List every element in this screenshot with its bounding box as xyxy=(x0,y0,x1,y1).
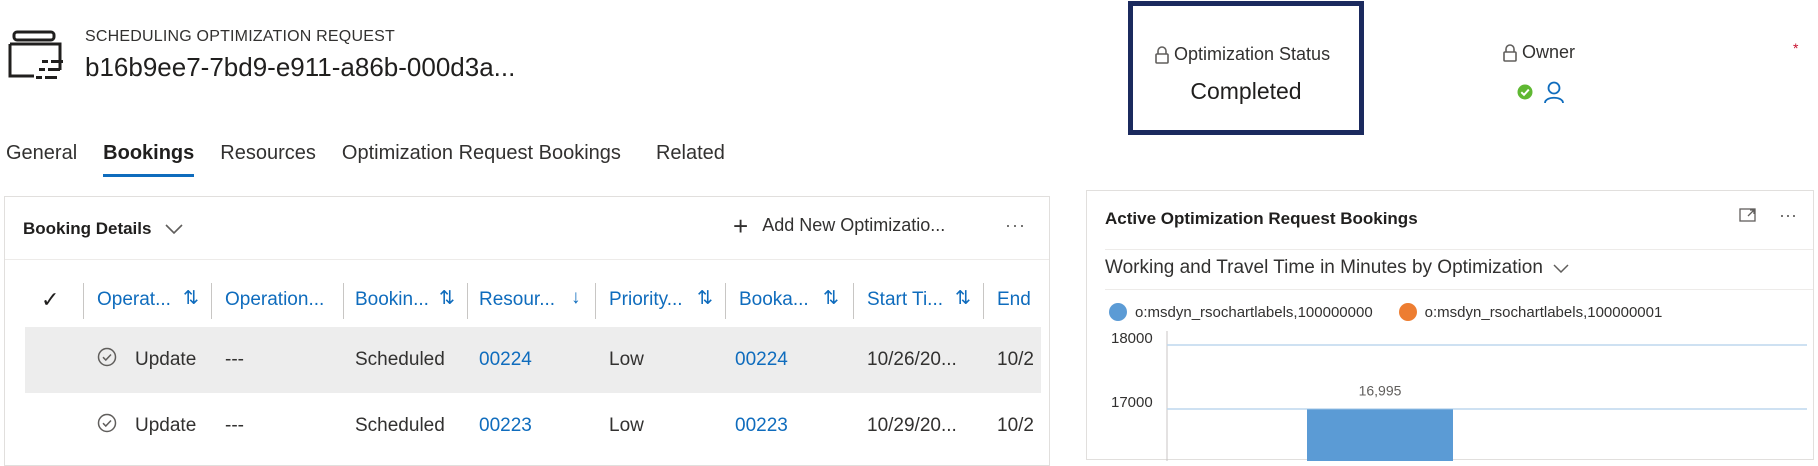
bar-data-label: 16,995 xyxy=(1359,382,1402,398)
column-header-operation[interactable]: Operat... xyxy=(97,289,171,311)
sort-icon[interactable]: ⇅ xyxy=(183,287,199,310)
chart-panel-title: Active Optimization Request Bookings xyxy=(1105,209,1418,228)
presence-available-icon xyxy=(1517,84,1533,100)
optimization-status-label-text: Optimization Status xyxy=(1174,44,1331,64)
y-tick-label: 18000 xyxy=(1111,330,1153,347)
record-title: b16b9ee7-7bd9-e911-a86b-000d3a... xyxy=(85,52,516,82)
chart-view-selector[interactable]: Working and Travel Time in Minutes by Op… xyxy=(1105,257,1569,279)
chevron-down-icon xyxy=(1553,263,1569,273)
chart-more-button[interactable]: ··· xyxy=(1779,205,1797,226)
y-tick-label: 17000 xyxy=(1111,394,1153,411)
sort-icon[interactable]: ⇅ xyxy=(955,287,971,310)
required-marker: * xyxy=(1793,40,1799,56)
cell-resource-link[interactable]: 00224 xyxy=(479,349,532,371)
cell-operation-detail: --- xyxy=(225,415,244,436)
cell-priority: Low xyxy=(609,415,644,436)
user-icon[interactable] xyxy=(1543,80,1565,104)
owner-value[interactable] xyxy=(1517,80,1565,104)
cell-start-time: 10/29/20... xyxy=(867,415,957,436)
column-header-booking-status[interactable]: Bookin... xyxy=(355,289,429,311)
cell-operation: Update xyxy=(135,349,197,370)
cell-operation-detail: --- xyxy=(225,349,244,370)
plus-icon: + xyxy=(733,210,749,241)
column-header-bookable[interactable]: Booka... xyxy=(739,289,809,311)
legend-label-series-1: o:msdyn_rsochartlabels,100000000 xyxy=(1135,303,1373,321)
scheduling-request-icon xyxy=(6,30,68,88)
cell-booking-status: Scheduled xyxy=(355,415,445,436)
legend-swatch-series-1 xyxy=(1109,303,1127,321)
row-select-circle-check-icon[interactable] xyxy=(97,413,117,433)
column-divider xyxy=(343,283,344,319)
chart-view-name: Working and Travel Time in Minutes by Op… xyxy=(1105,257,1543,278)
chevron-down-icon xyxy=(165,224,184,234)
legend-item[interactable]: o:msdyn_rsochartlabels,100000000 xyxy=(1109,303,1373,321)
legend-item[interactable]: o:msdyn_rsochartlabels,100000001 xyxy=(1398,303,1663,321)
sort-icon[interactable]: ⇅ xyxy=(439,287,455,310)
optimization-status-field: Optimization Status Completed xyxy=(1128,1,1364,135)
optimization-status-value: Completed xyxy=(1190,78,1302,104)
cell-operation: Update xyxy=(135,415,197,436)
tab-resources[interactable]: Resources xyxy=(220,142,316,177)
column-header-resource[interactable]: Resour... xyxy=(479,289,555,311)
tab-related[interactable]: Related xyxy=(656,142,725,177)
cell-end-time: 10/2 xyxy=(997,415,1034,436)
column-header-start-time[interactable]: Start Ti... xyxy=(867,289,943,311)
chart-legend: o:msdyn_rsochartlabels,100000000 o:msdyn… xyxy=(1109,303,1662,321)
sort-icon[interactable]: ⇅ xyxy=(697,287,713,310)
lock-icon xyxy=(1155,45,1169,64)
legend-label-series-2: o:msdyn_rsochartlabels,100000001 xyxy=(1424,303,1663,321)
select-all-checkmark-icon[interactable]: ✓ xyxy=(41,287,59,313)
cell-priority: Low xyxy=(609,349,644,370)
owner-label: Owner xyxy=(1503,42,1575,63)
column-divider xyxy=(853,283,854,319)
divider xyxy=(1105,249,1813,250)
lock-icon xyxy=(1503,43,1517,62)
view-selector[interactable]: Booking Details xyxy=(23,219,184,239)
divider xyxy=(5,259,1049,260)
column-divider xyxy=(467,283,468,319)
cell-bookable-link[interactable]: 00223 xyxy=(735,415,788,437)
booking-details-subgrid: Booking Details + Add New Optimizatio...… xyxy=(4,196,1050,466)
optimization-status-label: Optimization Status xyxy=(1155,44,1330,65)
table-row[interactable]: Update --- Scheduled 00224 Low 00224 10/… xyxy=(25,327,1041,393)
sort-descending-icon[interactable]: ↓ xyxy=(571,287,581,309)
active-optimization-request-bookings-chart: Active Optimization Request Bookings ···… xyxy=(1086,190,1814,461)
table-row[interactable]: Update --- Scheduled 00223 Low 00223 10/… xyxy=(25,393,1041,459)
column-divider xyxy=(211,283,212,319)
add-new-label: Add New Optimizatio... xyxy=(762,215,946,235)
cell-booking-status: Scheduled xyxy=(355,349,445,370)
grid-title: Booking Details xyxy=(23,219,152,238)
form-tabs: General Bookings Resources Optimization … xyxy=(6,142,751,177)
cell-start-time: 10/26/20... xyxy=(867,349,957,370)
column-header-row: ✓ Operat... ⇅ Operation... Bookin... ⇅ R… xyxy=(5,277,1045,323)
more-commands-button[interactable]: ··· xyxy=(1005,215,1026,236)
column-divider xyxy=(595,283,596,319)
divider xyxy=(1105,289,1813,290)
expand-chart-icon[interactable] xyxy=(1739,207,1757,223)
column-divider xyxy=(983,283,984,319)
cell-end-time: 10/2 xyxy=(997,349,1034,370)
tab-bookings[interactable]: Bookings xyxy=(103,142,195,177)
legend-swatch-series-2 xyxy=(1398,303,1417,321)
column-divider xyxy=(83,283,84,319)
sort-icon[interactable]: ⇅ xyxy=(823,287,839,310)
column-header-operation-detail[interactable]: Operation... xyxy=(225,289,324,311)
cell-bookable-link[interactable]: 00224 xyxy=(735,349,788,371)
column-divider xyxy=(725,283,726,319)
owner-label-text: Owner xyxy=(1522,42,1576,62)
add-new-optimization-button[interactable]: + Add New Optimizatio... xyxy=(733,210,946,241)
bar xyxy=(1307,409,1453,461)
tab-optimization-request-bookings[interactable]: Optimization Request Bookings xyxy=(342,142,621,177)
chart-plot: 18000 17000 16,995 xyxy=(1111,330,1807,461)
column-header-priority[interactable]: Priority... xyxy=(609,289,683,311)
column-header-end-time[interactable]: End xyxy=(997,289,1031,311)
row-select-circle-check-icon[interactable] xyxy=(97,347,117,367)
cell-resource-link[interactable]: 00223 xyxy=(479,415,532,437)
tab-general[interactable]: General xyxy=(6,142,77,177)
entity-type-label: SCHEDULING OPTIMIZATION REQUEST xyxy=(85,28,395,45)
